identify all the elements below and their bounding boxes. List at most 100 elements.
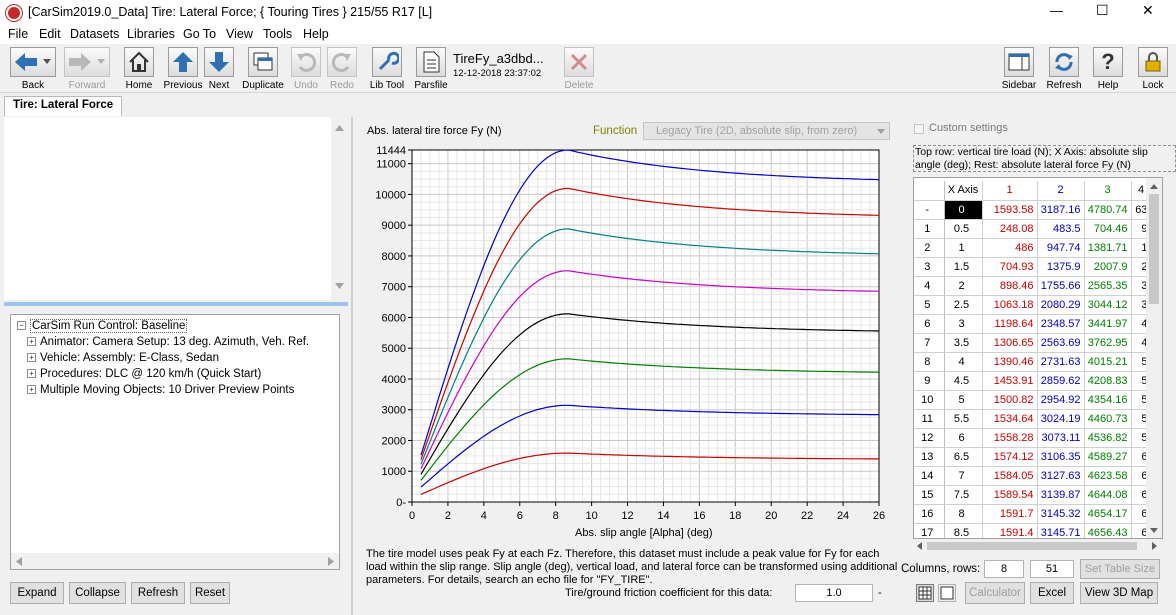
- function-dropdown[interactable]: Legacy Tire (2D, absolute slip, from zer…: [643, 122, 890, 140]
- table-cell[interactable]: 2.5: [944, 295, 983, 315]
- table-cell[interactable]: 2080.29: [1037, 295, 1085, 315]
- tree-item-vehicle[interactable]: + Vehicle: Assembly: E-Class, Sedan: [27, 352, 219, 364]
- table-cell[interactable]: 4623.58: [1084, 466, 1132, 486]
- table-cell[interactable]: 4536.82: [1084, 428, 1132, 448]
- table-header-cell[interactable]: 2: [1037, 181, 1085, 201]
- collapse-button[interactable]: Collapse: [69, 582, 126, 604]
- table-cell[interactable]: 1390.46: [982, 352, 1038, 372]
- tab-tire-lateral-force[interactable]: Tire: Lateral Force: [4, 96, 123, 116]
- table-cell[interactable]: 1.5: [944, 257, 983, 277]
- table-cell[interactable]: 1063.18: [982, 295, 1038, 315]
- table-cell[interactable]: 2565.35: [1084, 276, 1132, 296]
- rows-input[interactable]: 51: [1030, 560, 1074, 578]
- table-cell[interactable]: 947.74: [1037, 238, 1085, 258]
- table-cell[interactable]: 8: [944, 504, 983, 524]
- scroll-left-icon[interactable]: [917, 542, 922, 550]
- expand-node-icon[interactable]: +: [27, 353, 36, 362]
- table-cell[interactable]: 4: [944, 352, 983, 372]
- parsfile-button[interactable]: Parsfile: [414, 47, 448, 92]
- table-cell[interactable]: 4460.73: [1084, 409, 1132, 429]
- table-cell[interactable]: 4654.17: [1084, 504, 1132, 524]
- view-3d-map-button[interactable]: View 3D Map: [1080, 582, 1158, 604]
- help-button[interactable]: ? Help: [1092, 47, 1124, 92]
- set-table-size-button[interactable]: Set Table Size: [1080, 559, 1160, 579]
- table-cell[interactable]: 1534.64: [982, 409, 1038, 429]
- forward-button[interactable]: Forward: [62, 47, 112, 92]
- scroll-right-icon[interactable]: [1152, 542, 1157, 550]
- undo-button[interactable]: Undo: [290, 47, 322, 92]
- table-cell[interactable]: 3127.63: [1037, 466, 1085, 486]
- scroll-down-icon[interactable]: [335, 283, 344, 289]
- table-cell[interactable]: 1591.4: [982, 523, 1038, 538]
- menu-libraries[interactable]: Libraries: [127, 27, 175, 41]
- sidebar-button[interactable]: Sidebar: [1000, 47, 1038, 92]
- table-cell[interactable]: 1500.82: [982, 390, 1038, 410]
- table-cell[interactable]: 4208.83: [1084, 371, 1132, 391]
- table-cell[interactable]: 7: [944, 466, 983, 486]
- table-header-cell[interactable]: 3: [1084, 181, 1132, 201]
- table-cell[interactable]: 3106.35: [1037, 447, 1085, 467]
- table-cell[interactable]: 1574.12: [982, 447, 1038, 467]
- menu-help[interactable]: Help: [303, 27, 329, 41]
- table-cell[interactable]: 3: [944, 314, 983, 334]
- back-button[interactable]: Back: [8, 47, 58, 92]
- table-cell[interactable]: 1593.58: [982, 200, 1038, 220]
- data-table[interactable]: X Axis 1 2 3 4-0 1593.58 3187.16 4780.74 63 1 0.5 2…: [914, 181, 1152, 538]
- table-cell[interactable]: 1584.05: [982, 466, 1038, 486]
- table-cell[interactable]: 6.5: [944, 447, 983, 467]
- table-cell[interactable]: 4015.21: [1084, 352, 1132, 372]
- delete-button[interactable]: Delete: [563, 47, 595, 92]
- table-cell[interactable]: 2: [944, 276, 983, 296]
- table-cell[interactable]: 2007.9: [1084, 257, 1132, 277]
- table-h-scrollbar[interactable]: [913, 540, 1161, 552]
- table-cell[interactable]: 0: [944, 200, 983, 220]
- table-cell[interactable]: 3139.87: [1037, 485, 1085, 505]
- tree-h-scrollbar[interactable]: [11, 553, 339, 569]
- tree-item-procedures[interactable]: + Procedures: DLC @ 120 km/h (Quick Start…: [27, 368, 261, 380]
- table-cell[interactable]: 0.5: [944, 219, 983, 239]
- menu-goto[interactable]: Go To: [183, 27, 216, 41]
- tree-item-moving-objects[interactable]: + Multiple Moving Objects: 10 Driver Prev…: [27, 384, 294, 396]
- table-cell[interactable]: 4354.16: [1084, 390, 1132, 410]
- table-cell[interactable]: 1591.7: [982, 504, 1038, 524]
- table-cell[interactable]: 4656.43: [1084, 523, 1132, 538]
- expand-button[interactable]: Expand: [10, 582, 64, 604]
- table-cell[interactable]: 898.46: [982, 276, 1038, 296]
- table-cell[interactable]: 1755.66: [1037, 276, 1085, 296]
- table-cell[interactable]: 1375.9: [1037, 257, 1085, 277]
- table-cell[interactable]: 1453.91: [982, 371, 1038, 391]
- tree-item-animator[interactable]: + Animator: Camera Setup: 13 deg. Azimuth…: [27, 336, 309, 348]
- table-cell[interactable]: 2859.62: [1037, 371, 1085, 391]
- menu-file[interactable]: File: [8, 27, 28, 41]
- expand-node-icon[interactable]: +: [27, 369, 36, 378]
- lib-tool-button[interactable]: Lib Tool: [367, 47, 407, 92]
- table-cell[interactable]: 2731.63: [1037, 352, 1085, 372]
- table-cell[interactable]: 483.5: [1037, 219, 1085, 239]
- reset-button[interactable]: Reset: [190, 582, 230, 604]
- lock-button[interactable]: Lock: [1137, 47, 1169, 92]
- table-cell[interactable]: 4589.27: [1084, 447, 1132, 467]
- menu-tools[interactable]: Tools: [263, 27, 292, 41]
- table-header-cell[interactable]: 1: [982, 181, 1038, 201]
- expand-node-icon[interactable]: +: [27, 337, 36, 346]
- scroll-down-icon[interactable]: [1150, 528, 1158, 533]
- table-cell[interactable]: 248.08: [982, 219, 1038, 239]
- menu-view[interactable]: View: [226, 27, 253, 41]
- table-cell[interactable]: 3441.97: [1084, 314, 1132, 334]
- scroll-up-icon[interactable]: [1150, 184, 1158, 189]
- duplicate-button[interactable]: Duplicate: [240, 47, 286, 92]
- close-icon[interactable]: ✕: [1142, 2, 1154, 19]
- table-v-scrollbar[interactable]: [1146, 178, 1162, 538]
- home-button[interactable]: Home: [122, 47, 156, 92]
- table-cell[interactable]: 1381.71: [1084, 238, 1132, 258]
- minimize-icon[interactable]: —: [1050, 3, 1063, 18]
- table-cell[interactable]: 3762.95: [1084, 333, 1132, 353]
- table-cell[interactable]: 2954.92: [1037, 390, 1085, 410]
- table-cell[interactable]: 4780.74: [1084, 200, 1132, 220]
- table-cell[interactable]: 704.93: [982, 257, 1038, 277]
- table-cell[interactable]: 2563.69: [1037, 333, 1085, 353]
- scroll-right-icon[interactable]: [328, 557, 334, 566]
- friction-input[interactable]: 1.0: [795, 584, 873, 602]
- table-cell[interactable]: 3073.11: [1037, 428, 1085, 448]
- table-cell[interactable]: 1306.65: [982, 333, 1038, 353]
